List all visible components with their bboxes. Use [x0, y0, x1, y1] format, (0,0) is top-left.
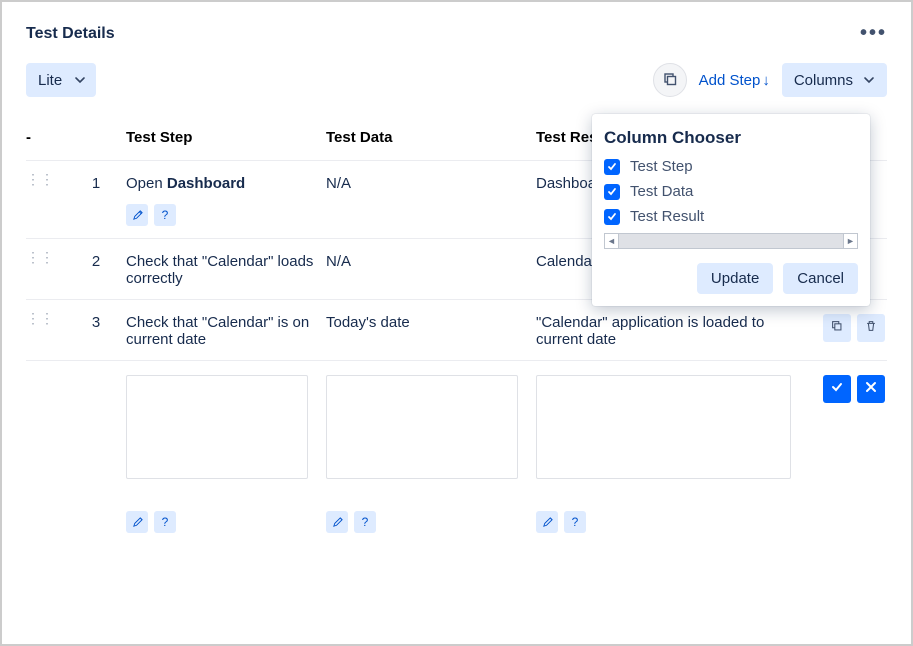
new-data-input[interactable] [326, 375, 518, 479]
edit-icon[interactable] [126, 204, 148, 226]
header-test-data: Test Data [326, 129, 536, 146]
row-number: 3 [66, 314, 126, 331]
popup-scrollbar[interactable]: ◄ ► [604, 233, 858, 249]
copy-icon [830, 319, 844, 337]
checkbox-checked-icon[interactable] [604, 184, 620, 200]
cancel-button[interactable]: Cancel [783, 263, 858, 294]
columns-label: Columns [794, 72, 853, 89]
new-step-input[interactable] [126, 375, 308, 479]
panel-title: Test Details [26, 25, 115, 43]
edit-icon[interactable] [326, 511, 348, 533]
cell-test-data[interactable]: N/A [326, 253, 536, 270]
add-step-label: Add Step [699, 72, 761, 89]
view-mode-select[interactable]: Lite [26, 63, 96, 97]
cell-test-data[interactable]: N/A [326, 175, 536, 192]
add-step-button[interactable]: Add Step↓ [699, 72, 770, 89]
help-icon[interactable]: ? [564, 511, 586, 533]
edit-icon[interactable] [536, 511, 558, 533]
new-step-row [26, 360, 887, 491]
column-option-label: Test Step [630, 158, 693, 175]
column-option-label: Test Data [630, 183, 693, 200]
new-row-tools: ? ? ? [26, 491, 887, 533]
popup-title: Column Chooser [604, 128, 858, 148]
help-icon[interactable]: ? [154, 204, 176, 226]
confirm-new-step-button[interactable] [823, 375, 851, 403]
column-option[interactable]: Test Data [604, 183, 858, 200]
cancel-new-step-button[interactable] [857, 375, 885, 403]
table-row: ⋮⋮ 3 Check that "Calendar" is on current… [26, 299, 887, 360]
chevron-down-icon [863, 74, 875, 86]
copy-icon [662, 71, 678, 90]
header-num [66, 129, 126, 146]
checkbox-checked-icon[interactable] [604, 209, 620, 225]
toolbar: Lite Add Step↓ Columns [26, 63, 887, 97]
column-option[interactable]: Test Step [604, 158, 858, 175]
drag-handle-icon[interactable]: ⋮⋮ [26, 314, 40, 322]
test-details-panel: Test Details ••• Lite Add Step↓ Columns [0, 0, 913, 646]
cell-test-step[interactable]: Check that "Calendar" is on current date [126, 314, 326, 348]
row-number: 2 [66, 253, 126, 270]
checkbox-checked-icon[interactable] [604, 159, 620, 175]
clone-step-button[interactable] [653, 63, 687, 97]
scroll-right-icon[interactable]: ► [843, 234, 857, 248]
help-icon[interactable]: ? [154, 511, 176, 533]
delete-row-button[interactable] [857, 314, 885, 342]
close-icon [864, 380, 878, 398]
arrow-down-icon: ↓ [762, 72, 770, 89]
cell-test-result[interactable]: "Calendar" application is loaded to curr… [536, 314, 809, 348]
update-button[interactable]: Update [697, 263, 773, 294]
column-option[interactable]: Test Result [604, 208, 858, 225]
cell-test-data[interactable]: Today's date [326, 314, 536, 331]
more-menu-icon[interactable]: ••• [860, 22, 887, 45]
cell-test-step[interactable]: Check that "Calendar" loads correctly [126, 253, 326, 287]
help-icon[interactable]: ? [354, 511, 376, 533]
drag-handle-icon[interactable]: ⋮⋮ [26, 175, 40, 183]
view-mode-value: Lite [38, 72, 62, 89]
drag-handle-icon[interactable]: ⋮⋮ [26, 253, 40, 261]
edit-icon[interactable] [126, 511, 148, 533]
header-test-step: Test Step [126, 129, 326, 146]
panel-header: Test Details ••• [26, 22, 887, 45]
column-chooser-popup: Column Chooser Test Step Test Data Test … [592, 114, 870, 306]
chevron-down-icon [74, 74, 86, 86]
scroll-track[interactable] [619, 234, 843, 248]
scroll-left-icon[interactable]: ◄ [605, 234, 619, 248]
columns-button[interactable]: Columns [782, 63, 887, 97]
header-drag: - [26, 129, 66, 146]
check-icon [830, 380, 844, 398]
new-result-input[interactable] [536, 375, 791, 479]
column-option-label: Test Result [630, 208, 704, 225]
copy-row-button[interactable] [823, 314, 851, 342]
trash-icon [864, 319, 878, 337]
row-number: 1 [66, 175, 126, 192]
cell-test-step[interactable]: Open Dashboard ? [126, 175, 326, 226]
